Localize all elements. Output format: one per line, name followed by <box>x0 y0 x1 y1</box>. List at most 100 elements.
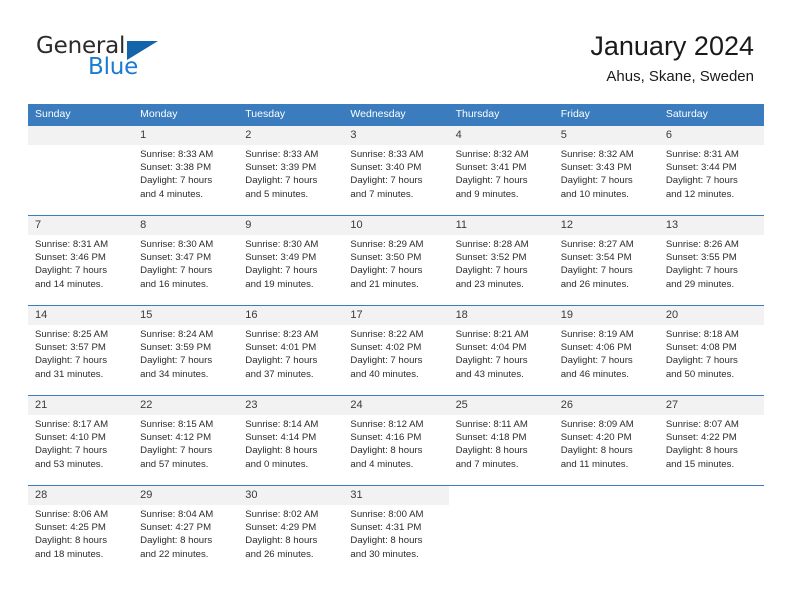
day-number: 9 <box>238 216 344 235</box>
day-number <box>554 486 659 505</box>
sunrise-text: Sunrise: 8:30 AM <box>140 239 214 250</box>
day-details: Sunrise: 8:31 AM Sunset: 3:44 PM Dayligh… <box>659 145 764 201</box>
day-cell[interactable]: 30 Sunrise: 8:02 AM Sunset: 4:29 PM Dayl… <box>238 486 344 575</box>
day-number: 3 <box>343 126 449 145</box>
day-cell[interactable]: 5 Sunrise: 8:32 AM Sunset: 3:43 PM Dayli… <box>553 126 659 215</box>
day-cell[interactable]: 31 Sunrise: 8:00 AM Sunset: 4:31 PM Dayl… <box>343 486 449 575</box>
day-cell[interactable]: 14 Sunrise: 8:25 AM Sunset: 3:57 PM Dayl… <box>28 306 134 395</box>
day-details: Sunrise: 8:25 AM Sunset: 3:57 PM Dayligh… <box>28 325 133 381</box>
sunset-text: Sunset: 3:59 PM <box>140 342 212 354</box>
sunrise-text: Sunrise: 8:09 AM <box>560 419 634 430</box>
calendar-page: General Blue January 2024 Ahus, Skane, S… <box>0 0 792 612</box>
day-cell[interactable]: 15 Sunrise: 8:24 AM Sunset: 3:59 PM Dayl… <box>133 306 239 395</box>
sunrise-text: Sunrise: 8:22 AM <box>350 329 424 340</box>
day-number: 20 <box>658 306 764 325</box>
daylight-line1: Daylight: 7 hours <box>35 355 107 367</box>
day-cell[interactable]: 11 Sunrise: 8:28 AM Sunset: 3:52 PM Dayl… <box>448 216 554 305</box>
sunrise-text: Sunrise: 8:12 AM <box>350 419 424 430</box>
daylight-line1: Daylight: 7 hours <box>245 355 318 367</box>
daylight-line2: and 50 minutes. <box>665 368 735 380</box>
daylight-line1: Daylight: 7 hours <box>665 265 738 277</box>
day-number: 26 <box>553 396 659 415</box>
daylight-line1: Daylight: 7 hours <box>665 355 738 367</box>
daylight-line1: Daylight: 7 hours <box>665 175 738 187</box>
day-cell[interactable]: 19 Sunrise: 8:19 AM Sunset: 4:06 PM Dayl… <box>553 306 659 395</box>
day-cell[interactable]: 18 Sunrise: 8:21 AM Sunset: 4:04 PM Dayl… <box>448 306 554 395</box>
day-number: 30 <box>238 486 344 505</box>
daylight-line1: Daylight: 7 hours <box>455 265 528 277</box>
sunset-text: Sunset: 3:43 PM <box>560 162 632 174</box>
day-cell[interactable]: 1 Sunrise: 8:33 AM Sunset: 3:38 PM Dayli… <box>133 126 239 215</box>
day-number: 31 <box>343 486 449 505</box>
daylight-line2: and 31 minutes. <box>35 368 104 380</box>
day-cell[interactable]: 12 Sunrise: 8:27 AM Sunset: 3:54 PM Dayl… <box>553 216 659 305</box>
day-cell[interactable] <box>28 126 134 215</box>
day-cell[interactable]: 8 Sunrise: 8:30 AM Sunset: 3:47 PM Dayli… <box>133 216 239 305</box>
day-cell[interactable]: 28 Sunrise: 8:06 AM Sunset: 4:25 PM Dayl… <box>28 486 134 575</box>
daylight-line2: and 53 minutes. <box>35 458 104 470</box>
sunset-text: Sunset: 3:52 PM <box>455 252 527 264</box>
day-details: Sunrise: 8:06 AM Sunset: 4:25 PM Dayligh… <box>28 505 133 561</box>
day-cell[interactable]: 4 Sunrise: 8:32 AM Sunset: 3:41 PM Dayli… <box>448 126 554 215</box>
sunset-text: Sunset: 3:54 PM <box>560 252 632 264</box>
daylight-line1: Daylight: 7 hours <box>455 355 528 367</box>
day-cell[interactable]: 10 Sunrise: 8:29 AM Sunset: 3:50 PM Dayl… <box>343 216 449 305</box>
sunset-text: Sunset: 4:25 PM <box>35 522 106 534</box>
daylight-line2: and 37 minutes. <box>245 368 314 380</box>
sunrise-text: Sunrise: 8:19 AM <box>560 329 634 340</box>
day-number: 19 <box>553 306 659 325</box>
sunrise-text: Sunrise: 8:11 AM <box>455 419 528 430</box>
sunrise-text: Sunrise: 8:07 AM <box>665 419 739 430</box>
daylight-line1: Daylight: 7 hours <box>140 265 213 277</box>
general-blue-logo: General Blue <box>36 33 236 85</box>
day-cell[interactable]: 27 Sunrise: 8:07 AM Sunset: 4:22 PM Dayl… <box>658 396 764 485</box>
day-cell[interactable]: 26 Sunrise: 8:09 AM Sunset: 4:20 PM Dayl… <box>553 396 659 485</box>
day-cell[interactable]: 21 Sunrise: 8:17 AM Sunset: 4:10 PM Dayl… <box>28 396 134 485</box>
day-number: 17 <box>343 306 449 325</box>
sunrise-text: Sunrise: 8:29 AM <box>350 239 424 250</box>
day-number: 11 <box>448 216 554 235</box>
day-number: 22 <box>133 396 239 415</box>
daylight-line1: Daylight: 8 hours <box>245 535 318 547</box>
day-cell[interactable]: 22 Sunrise: 8:15 AM Sunset: 4:12 PM Dayl… <box>133 396 239 485</box>
day-number <box>28 126 134 145</box>
day-details: Sunrise: 8:11 AM Sunset: 4:18 PM Dayligh… <box>449 415 554 471</box>
daylight-line1: Daylight: 8 hours <box>245 445 318 457</box>
day-details: Sunrise: 8:33 AM Sunset: 3:39 PM Dayligh… <box>238 145 343 201</box>
day-cell[interactable]: 24 Sunrise: 8:12 AM Sunset: 4:16 PM Dayl… <box>343 396 449 485</box>
daylight-line1: Daylight: 8 hours <box>350 445 423 457</box>
day-cell[interactable]: 6 Sunrise: 8:31 AM Sunset: 3:44 PM Dayli… <box>658 126 764 215</box>
daylight-line2: and 4 minutes. <box>140 188 204 200</box>
daylight-line1: Daylight: 7 hours <box>560 175 633 187</box>
daylight-line1: Daylight: 7 hours <box>35 265 107 277</box>
sunrise-text: Sunrise: 8:32 AM <box>455 149 529 160</box>
day-cell <box>659 486 764 575</box>
sunset-text: Sunset: 3:38 PM <box>140 162 212 174</box>
day-number: 14 <box>28 306 134 325</box>
day-cell[interactable]: 23 Sunrise: 8:14 AM Sunset: 4:14 PM Dayl… <box>238 396 344 485</box>
day-number: 18 <box>448 306 554 325</box>
day-cell[interactable]: 7 Sunrise: 8:31 AM Sunset: 3:46 PM Dayli… <box>28 216 134 305</box>
day-cell <box>554 486 659 575</box>
daylight-line2: and 26 minutes. <box>560 278 629 290</box>
day-number <box>449 486 554 505</box>
day-cell[interactable]: 17 Sunrise: 8:22 AM Sunset: 4:02 PM Dayl… <box>343 306 449 395</box>
day-details: Sunrise: 8:17 AM Sunset: 4:10 PM Dayligh… <box>28 415 133 471</box>
day-cell[interactable]: 2 Sunrise: 8:33 AM Sunset: 3:39 PM Dayli… <box>238 126 344 215</box>
day-cell[interactable]: 29 Sunrise: 8:04 AM Sunset: 4:27 PM Dayl… <box>133 486 239 575</box>
calendar-week-row: 14 Sunrise: 8:25 AM Sunset: 3:57 PM Dayl… <box>28 305 764 395</box>
day-cell[interactable]: 9 Sunrise: 8:30 AM Sunset: 3:49 PM Dayli… <box>238 216 344 305</box>
page-header: General Blue January 2024 Ahus, Skane, S… <box>0 0 792 100</box>
sunrise-text: Sunrise: 8:02 AM <box>245 509 319 520</box>
daylight-line2: and 26 minutes. <box>245 548 314 560</box>
weekday-header-friday: Friday <box>560 108 590 120</box>
day-cell[interactable]: 13 Sunrise: 8:26 AM Sunset: 3:55 PM Dayl… <box>658 216 764 305</box>
day-cell[interactable]: 25 Sunrise: 8:11 AM Sunset: 4:18 PM Dayl… <box>448 396 554 485</box>
weekday-header-saturday: Saturday <box>665 108 708 120</box>
sunrise-text: Sunrise: 8:23 AM <box>245 329 319 340</box>
daylight-line2: and 14 minutes. <box>35 278 104 290</box>
day-cell[interactable]: 20 Sunrise: 8:18 AM Sunset: 4:08 PM Dayl… <box>658 306 764 395</box>
day-cell[interactable]: 16 Sunrise: 8:23 AM Sunset: 4:01 PM Dayl… <box>238 306 344 395</box>
sunrise-text: Sunrise: 8:33 AM <box>140 149 214 160</box>
day-cell[interactable]: 3 Sunrise: 8:33 AM Sunset: 3:40 PM Dayli… <box>343 126 449 215</box>
